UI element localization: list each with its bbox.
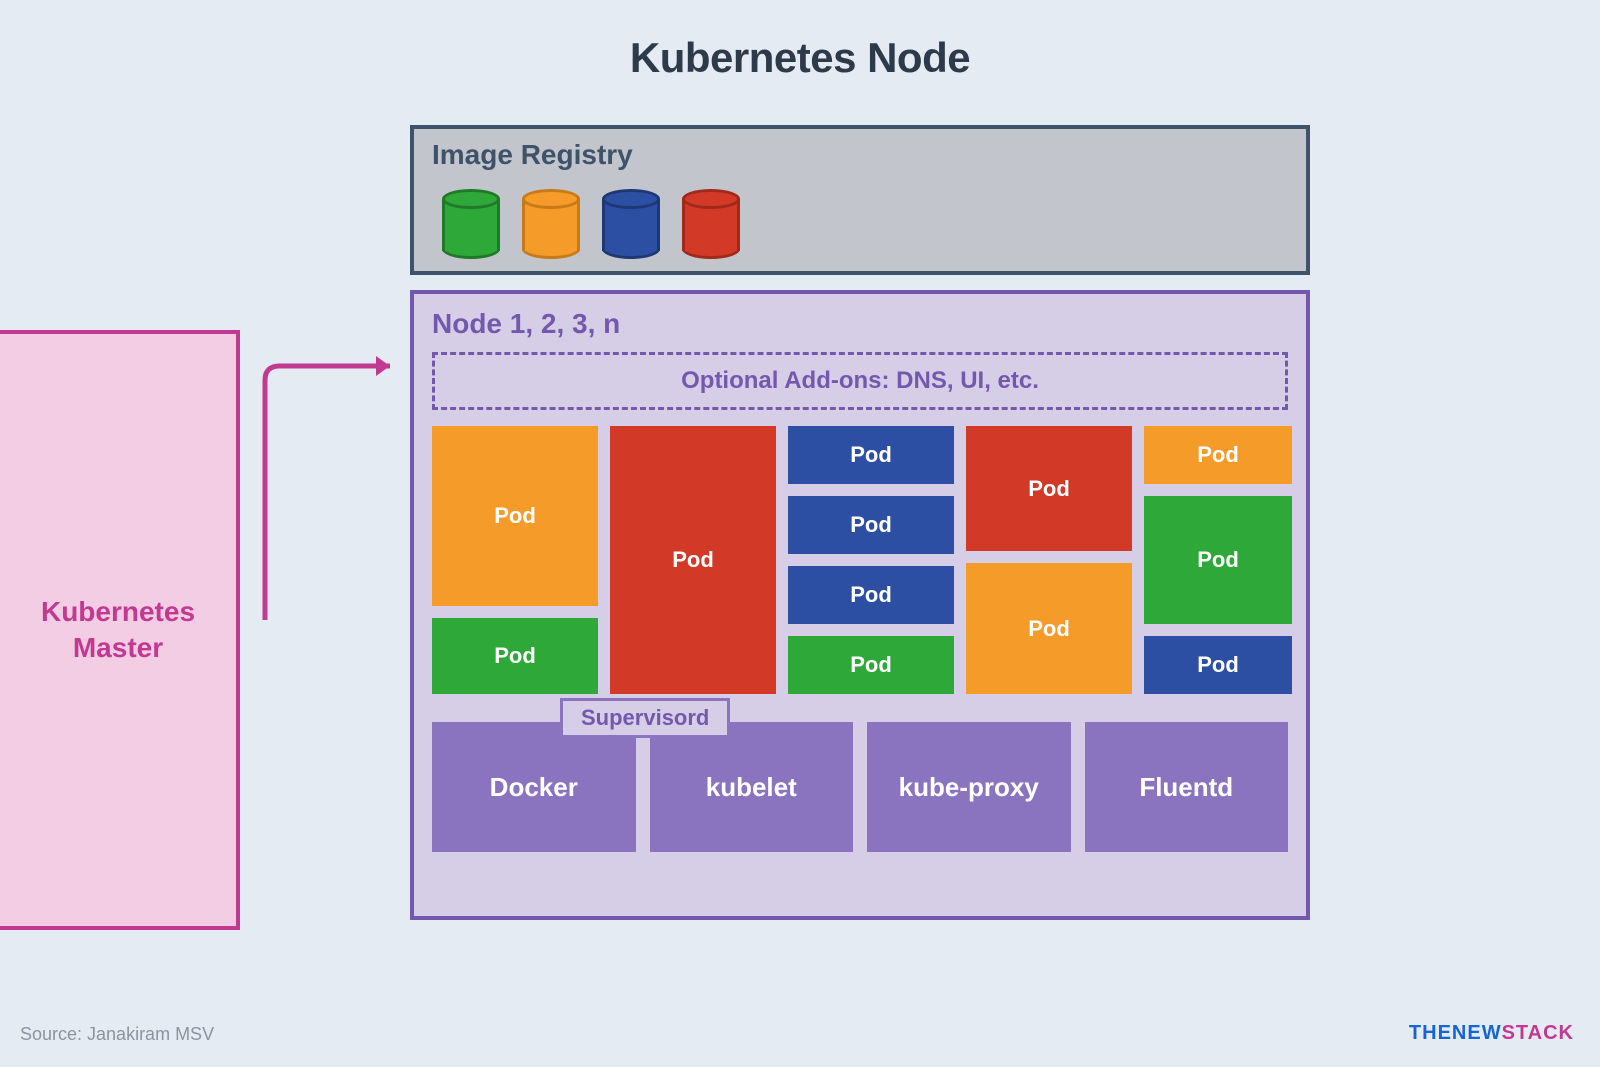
- container-image-icon: [682, 189, 740, 259]
- pod-box: Pod: [1144, 636, 1292, 694]
- container-image-icon: [442, 189, 500, 259]
- diagram-title: Kubernetes Node: [0, 34, 1600, 82]
- kubernetes-master-label: Kubernetes Master: [41, 594, 195, 667]
- pod-box: Pod: [788, 426, 954, 484]
- service-fluentd: Fluentd: [1085, 722, 1289, 852]
- pod-box: Pod: [788, 566, 954, 624]
- node-title: Node 1, 2, 3, n: [432, 308, 1288, 340]
- container-image-icon: [522, 189, 580, 259]
- service-kubeproxy: kube-proxy: [867, 722, 1071, 852]
- pods-area: Pod Pod Pod Pod Pod Pod Pod Pod Pod Pod …: [432, 426, 1288, 694]
- supervisord-label: Supervisord: [560, 698, 730, 738]
- brand-part1: THENEW: [1409, 1022, 1502, 1044]
- source-attribution: Source: Janakiram MSV: [20, 1024, 214, 1045]
- pod-box: Pod: [1144, 426, 1292, 484]
- registry-images-row: [442, 189, 1288, 259]
- node-box: Node 1, 2, 3, n Optional Add-ons: DNS, U…: [410, 290, 1310, 920]
- pod-box: Pod: [788, 636, 954, 694]
- node-services-row: Supervisord Docker kubelet kube-proxy Fl…: [432, 722, 1288, 852]
- pod-box: Pod: [788, 496, 954, 554]
- pod-box: Pod: [432, 426, 598, 606]
- brand-part2: STACK: [1502, 1022, 1574, 1044]
- service-kubelet: kubelet: [650, 722, 854, 852]
- image-registry-title: Image Registry: [432, 139, 1288, 171]
- pod-box: Pod: [966, 426, 1132, 551]
- pod-box: Pod: [610, 426, 776, 694]
- pod-box: Pod: [432, 618, 598, 694]
- thenewstack-logo: THENEWSTACK: [1409, 1022, 1574, 1045]
- pod-box: Pod: [966, 563, 1132, 694]
- optional-addons-label: Optional Add-ons: DNS, UI, etc.: [681, 367, 1039, 395]
- container-image-icon: [602, 189, 660, 259]
- image-registry-box: Image Registry: [410, 125, 1310, 275]
- pod-box: Pod: [1144, 496, 1292, 624]
- master-to-node-arrow-icon: [240, 360, 410, 620]
- optional-addons-box: Optional Add-ons: DNS, UI, etc.: [432, 352, 1288, 410]
- service-docker: Docker: [432, 722, 636, 852]
- kubernetes-master-box: Kubernetes Master: [0, 330, 240, 930]
